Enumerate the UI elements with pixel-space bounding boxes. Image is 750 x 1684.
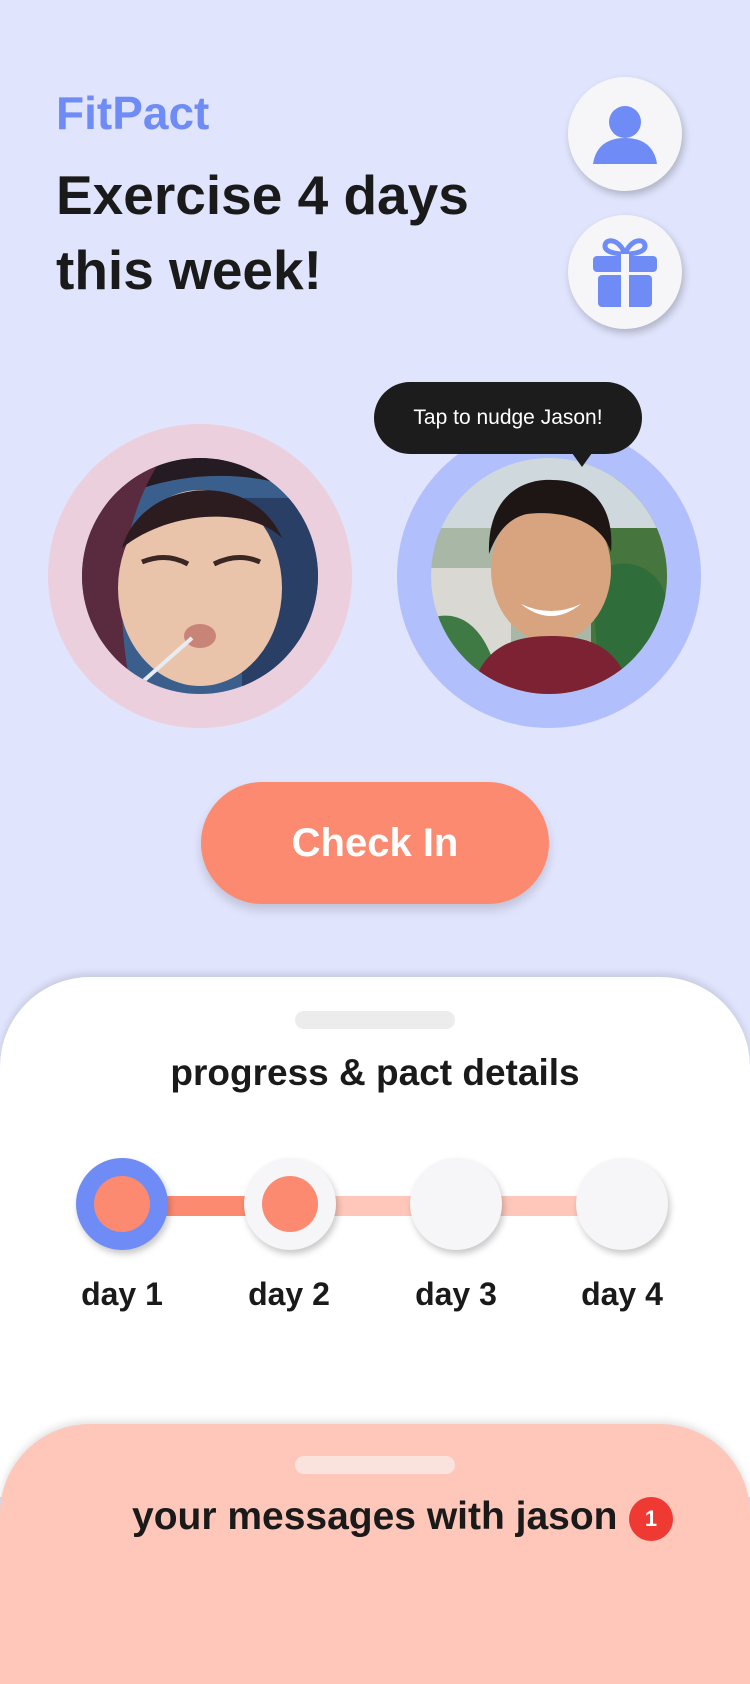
user-photo [82,458,318,694]
day-2-node[interactable] [244,1158,336,1250]
check-in-button[interactable]: Check In [201,782,549,904]
rewards-button[interactable] [568,215,682,329]
day-completed-dot [94,1176,150,1232]
day-1-label: day 1 [81,1276,163,1312]
day-3-label: day 3 [415,1276,497,1312]
unread-badge: 1 [629,1497,673,1541]
sheet-drag-handle[interactable] [295,1011,455,1029]
day-3-node[interactable] [410,1158,502,1250]
day-completed-dot [262,1176,318,1232]
partner-photo[interactable] [431,458,667,694]
gift-icon [593,238,657,308]
nudge-tooltip[interactable]: Tap to nudge Jason! [374,382,642,467]
partner-avatar-ring[interactable] [397,424,701,728]
profile-button[interactable] [568,77,682,191]
progress-connector [332,1196,420,1216]
day-2-label: day 2 [248,1276,330,1312]
progress-connector [498,1196,586,1216]
day-4-node[interactable] [576,1158,668,1250]
progress-connector [165,1196,253,1216]
person-icon [593,106,657,164]
messages-sheet[interactable] [0,1424,750,1684]
messages-drag-handle[interactable] [295,1456,455,1474]
progress-sheet-title: progress & pact details [170,1052,580,1093]
day-4-label: day 4 [581,1276,663,1312]
messages-title[interactable]: your messages with jason [132,1495,618,1539]
pact-goal-title: Exercise 4 days this week! [56,164,469,301]
app-logo-text: FitPact [56,87,210,139]
day-1-node[interactable] [76,1158,168,1250]
user-avatar-ring [48,424,352,728]
